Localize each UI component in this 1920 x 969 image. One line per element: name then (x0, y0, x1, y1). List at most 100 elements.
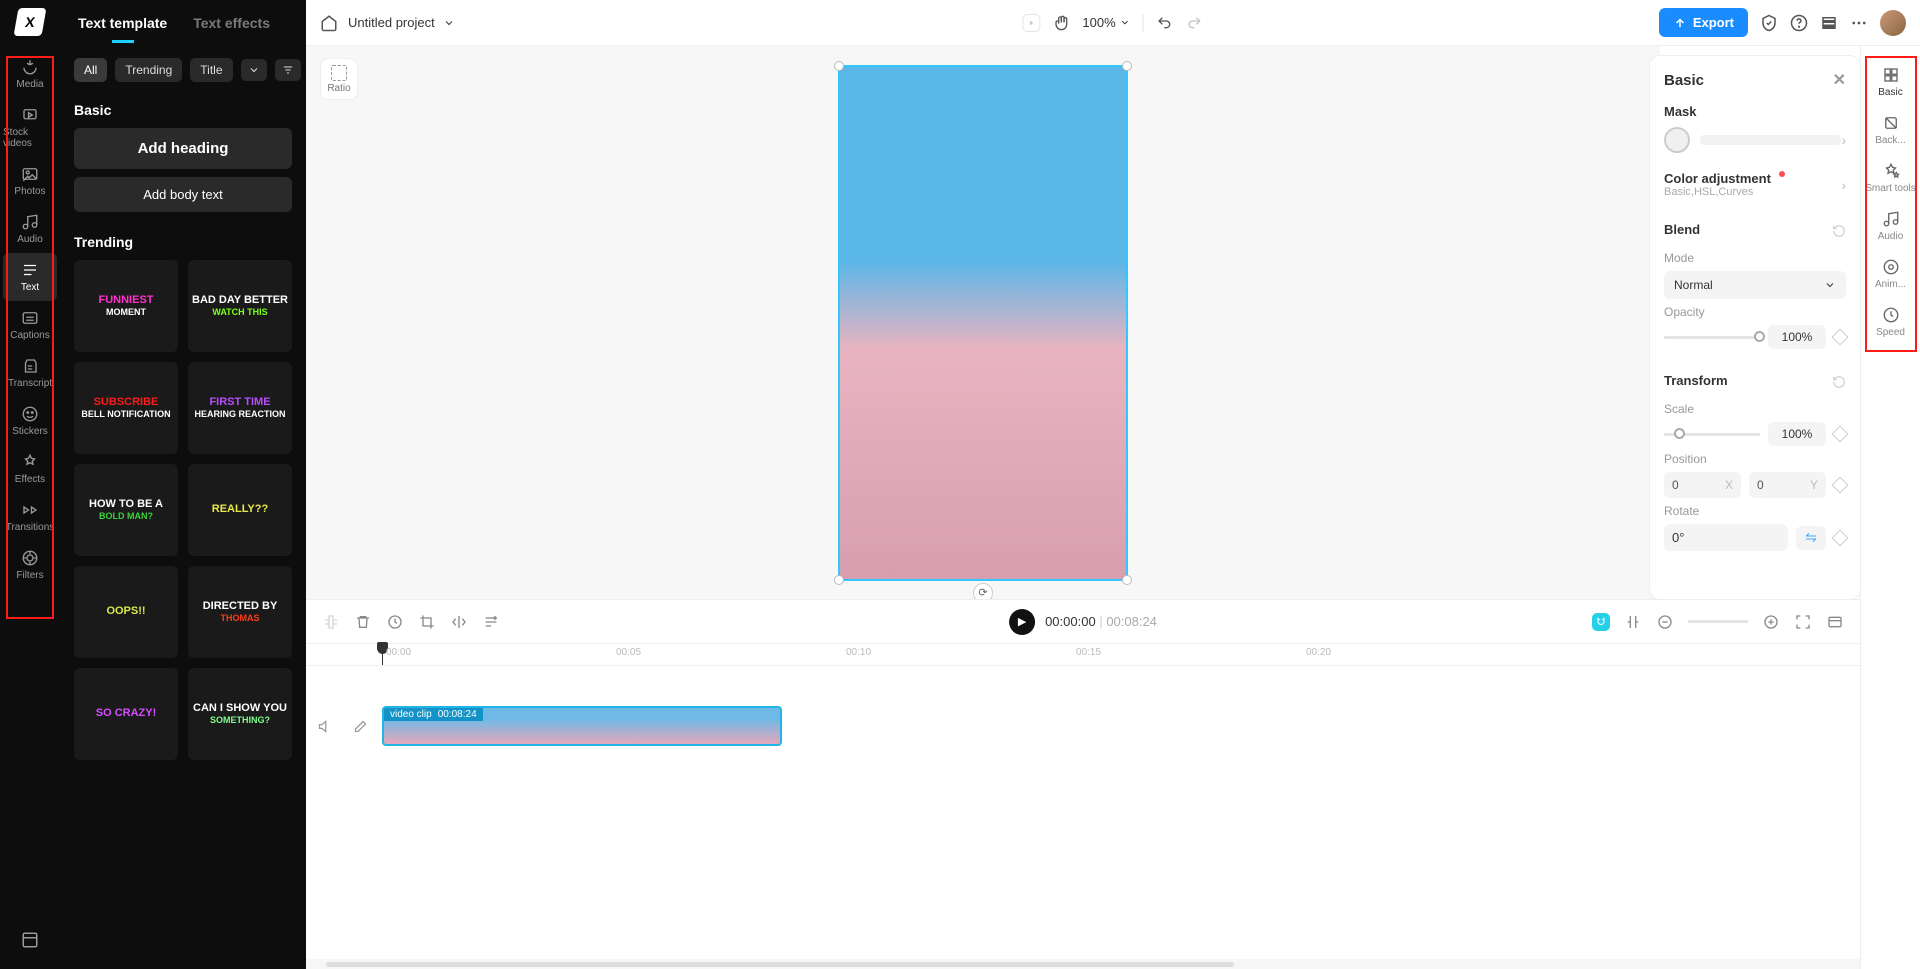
playhead[interactable] (382, 644, 383, 665)
rotate-input[interactable]: 0° (1664, 524, 1788, 551)
scale-keyframe-icon[interactable] (1832, 426, 1849, 443)
speed-tool-icon[interactable] (386, 613, 404, 631)
timeline-scrollbar[interactable] (306, 959, 1860, 969)
preview-play-icon[interactable] (1022, 14, 1040, 32)
home-icon[interactable] (320, 14, 338, 32)
blend-mode-select[interactable]: Normal (1664, 271, 1846, 299)
magnet-snap-icon[interactable] (1592, 613, 1610, 631)
text-template-item[interactable]: BAD DAY BETTERWATCH THIS (188, 260, 292, 352)
rail-item-smart-tools[interactable]: Smart tools (1865, 154, 1917, 202)
chip-trending[interactable]: Trending (115, 58, 182, 82)
rail-item-back-[interactable]: Back... (1865, 106, 1917, 154)
scale-value[interactable]: 100% (1768, 422, 1826, 446)
reset-blend-icon[interactable] (1832, 224, 1846, 238)
text-template-item[interactable]: SO CRAZY! (74, 668, 178, 760)
zoom-in-timeline-icon[interactable] (1762, 613, 1780, 631)
opacity-slider[interactable] (1664, 336, 1760, 339)
rail-item-audio[interactable]: Audio (1865, 202, 1917, 250)
enhance-tool-icon[interactable] (482, 613, 500, 631)
video-clip[interactable]: video clip 00:08:24 (382, 706, 782, 746)
template-list[interactable]: Basic Add heading Add body text Trending… (60, 94, 306, 969)
crop-tool-icon[interactable] (418, 613, 436, 631)
add-heading-button[interactable]: Add heading (74, 128, 292, 169)
scale-slider[interactable] (1664, 433, 1760, 436)
track-audio-icon[interactable] (317, 719, 332, 734)
text-template-item[interactable]: FIRST TIMEHEARING REACTION (188, 362, 292, 454)
chip-title[interactable]: Title (190, 58, 232, 82)
redo-icon[interactable] (1186, 14, 1204, 32)
opacity-keyframe-icon[interactable] (1832, 329, 1849, 346)
shield-check-icon[interactable] (1760, 14, 1778, 32)
help-icon[interactable] (1790, 14, 1808, 32)
rotate-keyframe-icon[interactable] (1832, 529, 1849, 546)
fit-timeline-icon[interactable] (1794, 613, 1812, 631)
nav-item-filters[interactable]: Filters (3, 541, 57, 589)
resize-handle-tl[interactable] (834, 61, 844, 71)
zoom-out-timeline-icon[interactable] (1656, 613, 1674, 631)
expand-panel-button[interactable] (3, 923, 57, 957)
more-icon[interactable] (1850, 14, 1868, 32)
tab-text-template[interactable]: Text template (78, 15, 167, 31)
mask-none-icon[interactable] (1664, 127, 1690, 153)
video-preview-frame[interactable]: ⟳ (838, 65, 1128, 581)
close-inspector-icon[interactable]: ✕ (1833, 70, 1846, 90)
text-template-item[interactable]: FUNNIESTMOMENT (74, 260, 178, 352)
export-button[interactable]: Export (1659, 8, 1748, 37)
project-name-dropdown[interactable]: Untitled project (348, 15, 455, 30)
delete-clip-icon[interactable] (354, 613, 372, 631)
rail-item-anim-[interactable]: Anim... (1865, 250, 1917, 298)
flip-button[interactable]: ⇋ (1796, 526, 1826, 550)
resize-handle-bl[interactable] (834, 575, 844, 585)
text-template-item[interactable]: DIRECTED BYTHOMAS (188, 566, 292, 658)
chip-all[interactable]: All (74, 58, 107, 82)
text-template-item[interactable]: HOW TO BE ABOLD MAN? (74, 464, 178, 556)
nav-item-stickers[interactable]: Stickers (3, 397, 57, 445)
nav-item-stock-videos[interactable]: Stock videos (3, 98, 57, 157)
nav-item-audio[interactable]: Audio (3, 205, 57, 253)
text-template-item[interactable]: REALLY?? (188, 464, 292, 556)
mask-expand-icon[interactable]: › (1841, 132, 1846, 148)
zoom-dropdown[interactable]: 100% (1082, 15, 1130, 30)
position-y-input[interactable]: 0Y (1749, 472, 1826, 498)
nav-item-transcript[interactable]: Transcript (3, 349, 57, 397)
nav-item-media[interactable]: Media (3, 50, 57, 98)
reset-transform-icon[interactable] (1832, 375, 1846, 389)
timeline-zoom-slider[interactable] (1688, 620, 1748, 623)
mirror-tool-icon[interactable] (450, 613, 468, 631)
nav-item-transitions[interactable]: Transitions (3, 493, 57, 541)
nav-item-photos[interactable]: Photos (3, 157, 57, 205)
rail-item-speed[interactable]: Speed (1865, 298, 1917, 346)
user-avatar[interactable] (1880, 10, 1906, 36)
app-logo[interactable]: X (14, 8, 47, 36)
position-x-input[interactable]: 0X (1664, 472, 1741, 498)
track-edit-icon[interactable] (353, 719, 368, 734)
timeline-settings-icon[interactable] (1826, 613, 1844, 631)
filter-settings-button[interactable] (275, 59, 301, 81)
rail-item-basic[interactable]: Basic (1865, 58, 1917, 106)
aspect-ratio-button[interactable]: Ratio (320, 58, 358, 100)
text-template-item[interactable]: OOPS!! (74, 566, 178, 658)
resize-handle-br[interactable] (1122, 575, 1132, 585)
text-template-item[interactable]: SUBSCRIBEBELL NOTIFICATION (74, 362, 178, 454)
tab-text-effects[interactable]: Text effects (193, 15, 270, 31)
hand-tool-icon[interactable] (1052, 14, 1070, 32)
nav-item-text[interactable]: Text (3, 253, 57, 301)
position-keyframe-icon[interactable] (1832, 477, 1849, 494)
undo-icon[interactable] (1156, 14, 1174, 32)
nav-item-captions[interactable]: Captions (3, 301, 57, 349)
timeline-play-button[interactable]: ▶ (1009, 609, 1035, 635)
timeline-ruler[interactable]: 00:0000:0500:1000:1500:20 (306, 644, 1860, 666)
inspector-panel: Basic ✕ Mask › Color adjustment Basic,HS… (1650, 56, 1860, 599)
layers-icon[interactable] (1820, 14, 1838, 32)
opacity-value[interactable]: 100% (1768, 325, 1826, 349)
nav-item-effects[interactable]: Effects (3, 445, 57, 493)
split-tool-icon[interactable] (322, 613, 340, 631)
canvas-area[interactable]: Ratio ⟳ (306, 46, 1660, 599)
text-template-item[interactable]: CAN I SHOW YOUSOMETHING? (188, 668, 292, 760)
add-body-text-button[interactable]: Add body text (74, 177, 292, 212)
cut-mode-icon[interactable] (1624, 613, 1642, 631)
chip-more[interactable] (241, 59, 267, 81)
resize-handle-tr[interactable] (1122, 61, 1132, 71)
timeline-tracks[interactable]: video clip 00:08:24 (306, 666, 1860, 959)
color-expand-icon[interactable]: › (1841, 177, 1846, 193)
